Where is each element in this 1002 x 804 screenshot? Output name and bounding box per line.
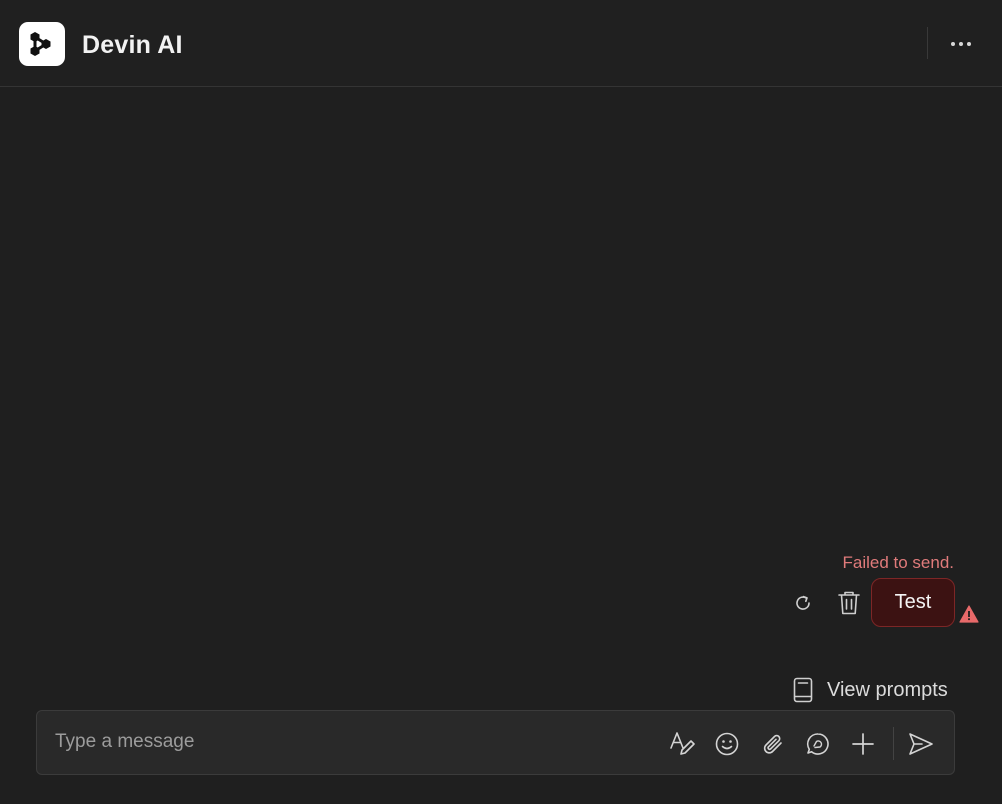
- view-prompts-label: View prompts: [827, 678, 948, 701]
- composer-divider: [893, 727, 894, 760]
- text-format-icon: [670, 732, 695, 755]
- failed-message-bubble[interactable]: Test: [871, 578, 955, 627]
- attach-button[interactable]: [759, 730, 787, 758]
- delete-message-button[interactable]: [835, 589, 863, 617]
- send-button[interactable]: [907, 730, 935, 758]
- app-title: Devin AI: [82, 31, 183, 59]
- message-text: Test: [894, 591, 932, 613]
- send-icon: [909, 733, 933, 755]
- refresh-icon: [796, 595, 810, 610]
- message-input[interactable]: [55, 729, 615, 755]
- mention-icon: [806, 733, 829, 755]
- add-button[interactable]: [849, 730, 877, 758]
- warning-triangle-icon: [959, 605, 979, 623]
- chat-header: Devin AI: [0, 0, 1002, 87]
- attach-icon: [763, 734, 782, 754]
- devin-logo-icon: [19, 22, 65, 66]
- emoji-button[interactable]: [713, 730, 741, 758]
- trash-icon: [838, 591, 860, 615]
- emoji-icon: [715, 732, 739, 756]
- send-error-text: Failed to send.: [842, 553, 954, 572]
- message-composer: [36, 710, 955, 775]
- mention-button[interactable]: [804, 730, 832, 758]
- book-icon: [793, 677, 813, 703]
- view-prompts-button[interactable]: View prompts: [792, 676, 948, 704]
- more-horizontal-icon: [951, 42, 971, 46]
- more-options-button[interactable]: [944, 30, 978, 58]
- header-divider: [927, 27, 928, 59]
- plus-icon: [852, 733, 874, 755]
- text-format-button[interactable]: [668, 730, 696, 758]
- retry-button[interactable]: [790, 590, 816, 616]
